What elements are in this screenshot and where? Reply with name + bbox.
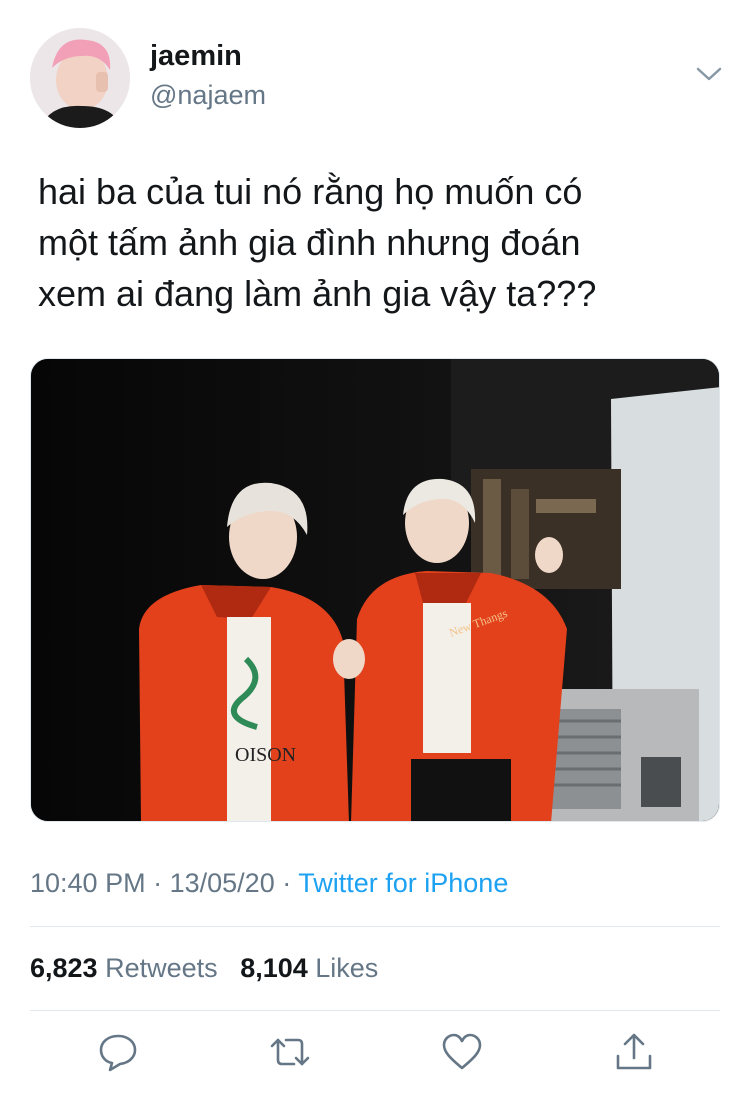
- likes-stat[interactable]: 8,104 Likes: [240, 953, 378, 983]
- tweet-photo[interactable]: OISON New Thangs: [30, 358, 720, 822]
- retweets-count: 6,823: [30, 953, 98, 983]
- meta-separator: ·: [282, 868, 292, 898]
- retweets-stat[interactable]: 6,823 Retweets: [30, 953, 225, 983]
- divider: [30, 1010, 720, 1011]
- tweet-source-link[interactable]: Twitter for iPhone: [298, 868, 508, 898]
- tweet-text-line: xem ai đang làm ảnh gia vậy ta???: [38, 273, 597, 314]
- share-icon[interactable]: [612, 1030, 656, 1074]
- action-bar: [0, 1030, 750, 1080]
- author-display-name[interactable]: jaemin: [150, 40, 242, 73]
- divider: [30, 926, 720, 927]
- retweet-icon[interactable]: [268, 1030, 312, 1074]
- tweet-timestamp: 10:40 PM · 13/05/20 · Twitter for iPhone: [30, 868, 508, 899]
- chevron-down-icon[interactable]: [693, 60, 725, 88]
- tweet-stats: 6,823 Retweets 8,104 Likes: [30, 953, 378, 984]
- tweet-time[interactable]: 10:40 PM: [30, 868, 146, 898]
- tweet-text-line: hai ba của tui nó rằng họ muốn có: [38, 171, 583, 212]
- author-handle[interactable]: @najaem: [150, 80, 266, 111]
- tweet-text-line: một tấm ảnh gia đình nhưng đoán: [38, 222, 581, 263]
- meta-separator: ·: [153, 868, 163, 898]
- heart-icon[interactable]: [440, 1030, 484, 1074]
- svg-text:OISON: OISON: [235, 744, 296, 766]
- avatar[interactable]: [30, 28, 130, 128]
- likes-label: Likes: [315, 953, 379, 983]
- likes-count: 8,104: [240, 953, 308, 983]
- tweet-date[interactable]: 13/05/20: [170, 868, 275, 898]
- retweets-label: Retweets: [105, 953, 218, 983]
- tweet-text: hai ba của tui nó rằng họ muốn có một tấ…: [30, 166, 710, 319]
- reply-icon[interactable]: [96, 1030, 140, 1074]
